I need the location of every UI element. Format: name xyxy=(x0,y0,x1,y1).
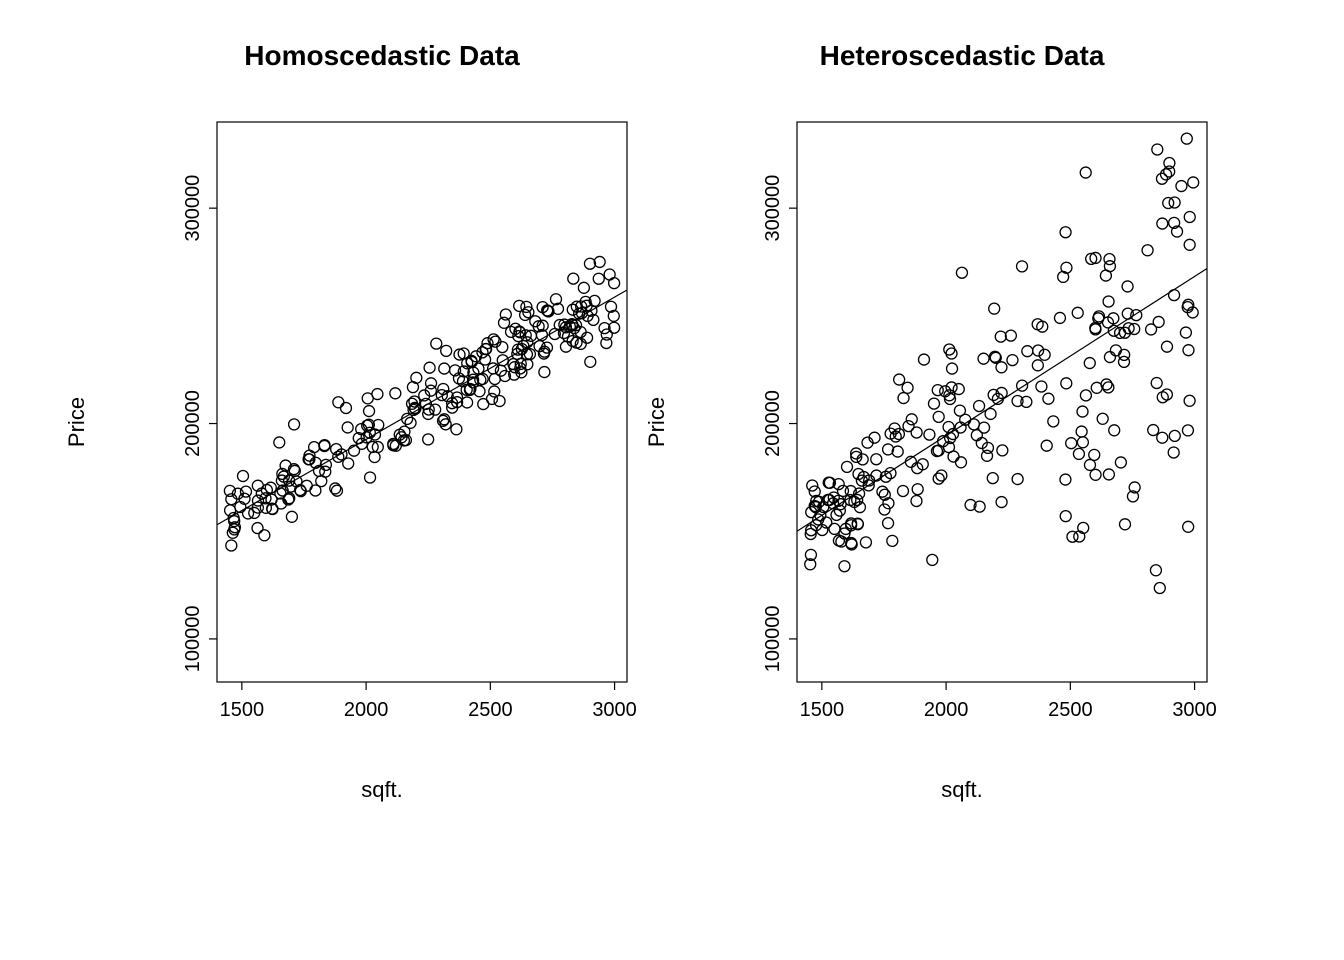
svg-text:200000: 200000 xyxy=(762,390,784,457)
scatter-plot-right: 1500 2000 2500 3000 100000 200000 300000 xyxy=(702,102,1222,742)
svg-text:3000: 3000 xyxy=(592,699,637,721)
x-axis-label-left: sqft. xyxy=(361,777,403,803)
svg-text:2500: 2500 xyxy=(1048,699,1093,721)
svg-text:2500: 2500 xyxy=(468,699,513,721)
x-axis-label-right: sqft. xyxy=(941,777,983,803)
left-panel: Homoscedastic Data Price 150020002500300… xyxy=(122,40,642,803)
y-axis-label-right: Price xyxy=(644,397,670,447)
svg-text:1500: 1500 xyxy=(800,699,845,721)
plot-wrap-left: Price 1500200025003000100000200000300000 xyxy=(122,102,642,742)
svg-text:300000: 300000 xyxy=(762,175,784,242)
svg-text:100000: 100000 xyxy=(762,606,784,673)
svg-text:300000: 300000 xyxy=(182,175,204,242)
right-panel: Heteroscedastic Data Price 1500200025003… xyxy=(702,40,1222,803)
y-axis-label-left: Price xyxy=(64,397,90,447)
plot-wrap-right: Price 1500200025003000100000200000300000 xyxy=(702,102,1222,742)
scatter-plot-left: 1500 2000 2500 3000 100000 200000 300000 xyxy=(122,102,642,742)
chart-container: Homoscedastic Data Price 1500 2000 2500 300… xyxy=(122,0,1222,803)
svg-text:100000: 100000 xyxy=(182,606,204,673)
svg-text:200000: 200000 xyxy=(182,390,204,457)
chart-title-right: Heteroscedastic Data xyxy=(820,40,1105,72)
svg-text:2000: 2000 xyxy=(344,699,389,721)
svg-text:2000: 2000 xyxy=(924,699,969,721)
svg-text:1500: 1500 xyxy=(220,699,265,721)
svg-text:3000: 3000 xyxy=(1172,699,1217,721)
chart-title-left: Homoscedastic Data xyxy=(244,40,519,72)
